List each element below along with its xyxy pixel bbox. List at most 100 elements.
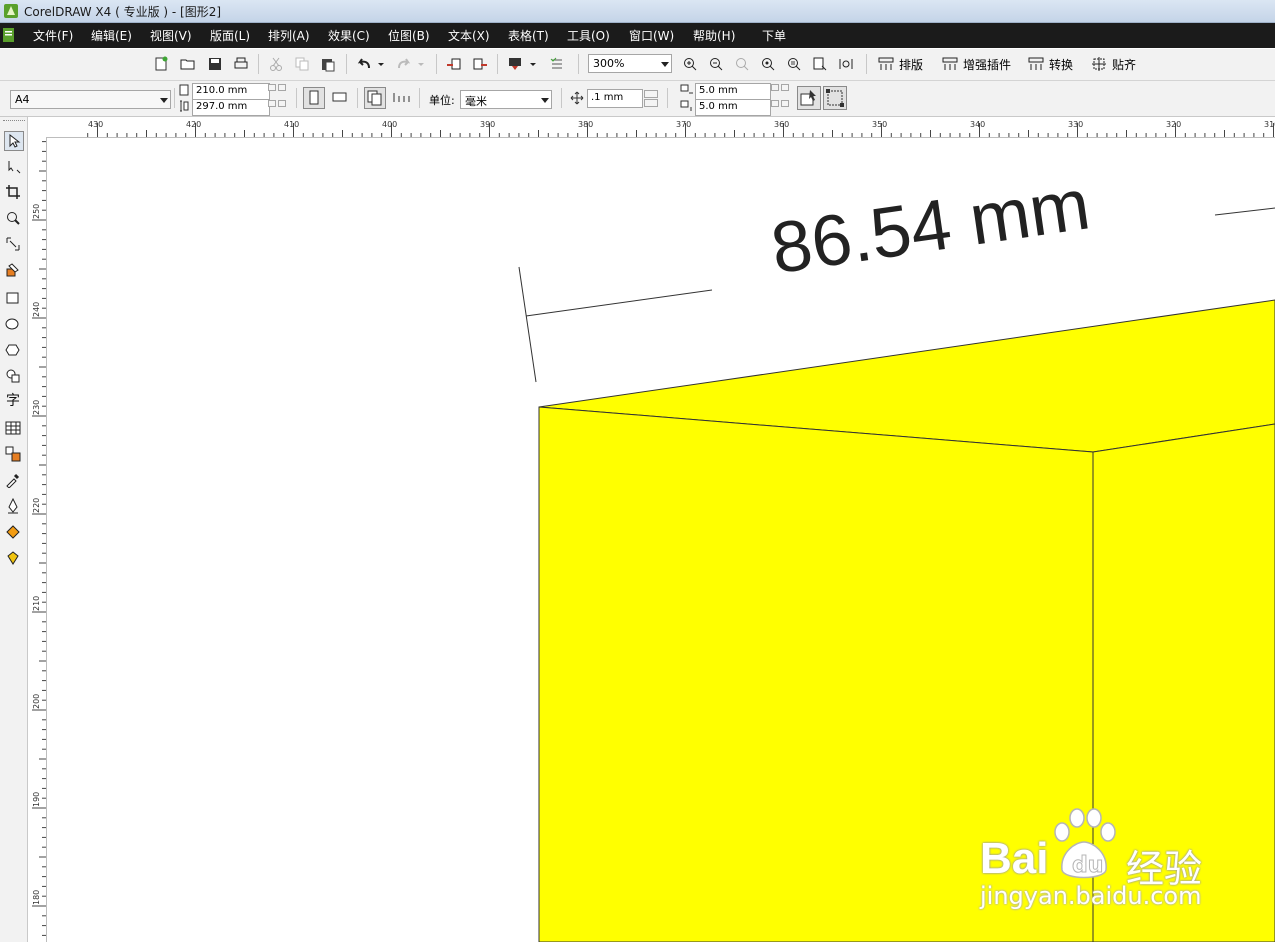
interactive-fill-tool-icon[interactable] bbox=[4, 549, 22, 567]
copy-icon[interactable] bbox=[293, 55, 311, 73]
shape-tool-icon[interactable] bbox=[4, 157, 22, 175]
menu-layout[interactable]: 版面(L) bbox=[210, 27, 250, 44]
freehand-tool-icon[interactable] bbox=[4, 235, 22, 253]
duplicate-x-field[interactable]: 5.0 mm bbox=[695, 83, 771, 100]
menu-tools[interactable]: 工具(O) bbox=[567, 27, 610, 44]
rectangle-tool-icon[interactable] bbox=[4, 289, 22, 307]
ruler-label: 230 bbox=[32, 399, 41, 415]
ruler-label: 400 bbox=[382, 120, 398, 129]
application-launcher-icon[interactable] bbox=[506, 55, 524, 73]
ruler-label: 180 bbox=[32, 889, 41, 905]
ellipse-tool-icon[interactable] bbox=[4, 315, 22, 333]
snap-button[interactable]: 贴齐 bbox=[1091, 55, 1151, 73]
page-width-spinner-up[interactable] bbox=[278, 84, 286, 91]
cut-icon[interactable] bbox=[267, 55, 285, 73]
undo-icon[interactable] bbox=[355, 55, 373, 73]
chevron-down-icon bbox=[661, 62, 669, 67]
menu-order[interactable]: 下单 bbox=[762, 27, 786, 44]
unit-select[interactable]: 毫米 bbox=[460, 90, 552, 109]
bounding-box-button[interactable] bbox=[823, 86, 847, 110]
menu-text[interactable]: 文本(X) bbox=[448, 27, 490, 44]
current-page-button[interactable] bbox=[391, 87, 413, 109]
print-icon[interactable] bbox=[232, 55, 250, 73]
blend-tool-icon[interactable] bbox=[4, 445, 22, 463]
fill-tool-icon[interactable] bbox=[4, 523, 22, 541]
polygon-tool-icon[interactable] bbox=[4, 341, 22, 359]
table-tool-icon[interactable] bbox=[4, 419, 22, 437]
separator bbox=[258, 54, 259, 74]
zoom-to-selected-icon[interactable] bbox=[759, 55, 777, 73]
duplicate-x-spinner-up[interactable] bbox=[781, 84, 789, 91]
welcome-screen-icon[interactable] bbox=[548, 55, 566, 73]
duplicate-y-spinner-down[interactable] bbox=[771, 100, 779, 107]
page-height-spinner-down[interactable] bbox=[268, 100, 276, 107]
open-folder-icon[interactable] bbox=[179, 55, 197, 73]
dimension-line-left[interactable] bbox=[525, 289, 713, 317]
zoom-to-page-width-icon[interactable] bbox=[837, 55, 855, 73]
menu-edit[interactable]: 编辑(E) bbox=[91, 27, 132, 44]
import-icon[interactable] bbox=[445, 55, 463, 73]
text-tool-icon[interactable]: 字 bbox=[4, 391, 22, 409]
menu-effects[interactable]: 效果(C) bbox=[328, 27, 370, 44]
smart-fill-tool-icon[interactable] bbox=[4, 261, 22, 279]
crop-tool-icon[interactable] bbox=[4, 183, 22, 201]
separator bbox=[174, 88, 175, 108]
duplicate-y-field[interactable]: 5.0 mm bbox=[695, 99, 771, 116]
nudge-spinner-up[interactable] bbox=[644, 90, 658, 98]
redo-dropdown-icon[interactable] bbox=[416, 55, 426, 73]
page-width-field[interactable]: 210.0 mm bbox=[192, 83, 270, 100]
undo-dropdown-icon[interactable] bbox=[376, 55, 386, 73]
menu-file[interactable]: 文件(F) bbox=[33, 27, 73, 44]
vertical-ruler[interactable]: 250 240 230 220 210 200 190 180 bbox=[28, 137, 47, 942]
page-height-spinner-up[interactable] bbox=[278, 100, 286, 107]
all-pages-button[interactable] bbox=[364, 87, 386, 109]
portrait-orientation-button[interactable] bbox=[303, 87, 325, 109]
zoom-level-select[interactable]: 300% bbox=[588, 54, 672, 73]
eyedropper-tool-icon[interactable] bbox=[4, 471, 22, 489]
zoom-to-all-objects-icon[interactable] bbox=[785, 55, 803, 73]
outline-pen-tool-icon[interactable] bbox=[4, 497, 22, 515]
zoom-out-icon[interactable] bbox=[707, 55, 725, 73]
page-size-select[interactable]: A4 bbox=[10, 90, 171, 109]
landscape-orientation-button[interactable] bbox=[330, 87, 352, 109]
page-height-field[interactable]: 297.0 mm bbox=[192, 99, 270, 116]
export-icon[interactable] bbox=[471, 55, 489, 73]
menu-table[interactable]: 表格(T) bbox=[508, 27, 549, 44]
toolbox: 字 bbox=[0, 117, 28, 942]
dimension-line-right[interactable] bbox=[1214, 207, 1275, 216]
new-document-icon[interactable] bbox=[152, 55, 170, 73]
menu-window[interactable]: 窗口(W) bbox=[629, 27, 674, 44]
menu-view[interactable]: 视图(V) bbox=[150, 27, 192, 44]
treat-as-filled-button[interactable] bbox=[797, 86, 821, 110]
menu-arrange[interactable]: 排列(A) bbox=[268, 27, 310, 44]
toolbox-grip[interactable] bbox=[3, 120, 25, 124]
duplicate-y-spinner-up[interactable] bbox=[781, 100, 789, 107]
zoom-in-icon[interactable] bbox=[681, 55, 699, 73]
ruler-label: 240 bbox=[32, 301, 41, 317]
layout-button[interactable]: 排版 bbox=[878, 55, 938, 73]
save-icon[interactable] bbox=[206, 55, 224, 73]
horizontal-ruler[interactable]: 430 420 410 400 390 380 370 360 350 340 … bbox=[28, 117, 1275, 138]
document-icon[interactable] bbox=[2, 27, 16, 43]
page-width-spinner-down[interactable] bbox=[268, 84, 276, 91]
redo-icon[interactable] bbox=[395, 55, 413, 73]
menu-bitmaps[interactable]: 位图(B) bbox=[388, 27, 430, 44]
zoom-to-page-icon[interactable] bbox=[811, 55, 829, 73]
basic-shapes-tool-icon[interactable] bbox=[4, 367, 22, 385]
menu-help[interactable]: 帮助(H) bbox=[693, 27, 735, 44]
ruler-label: 250 bbox=[32, 203, 41, 219]
nudge-spinner-down[interactable] bbox=[644, 99, 658, 107]
separator bbox=[346, 54, 347, 74]
dimension-extension-line[interactable] bbox=[518, 266, 537, 383]
enhance-plugin-button[interactable]: 增强插件 bbox=[942, 55, 1022, 73]
paste-icon[interactable] bbox=[319, 55, 337, 73]
enhance-plugin-label: 增强插件 bbox=[963, 58, 1012, 72]
zoom-one-shot-icon[interactable] bbox=[733, 55, 751, 73]
zoom-tool-icon[interactable] bbox=[4, 209, 22, 227]
page-width-value: 210.0 mm bbox=[196, 85, 248, 96]
launcher-dropdown-icon[interactable] bbox=[528, 55, 538, 73]
pick-tool-icon[interactable] bbox=[4, 131, 24, 151]
nudge-distance-field[interactable]: .1 mm bbox=[587, 89, 643, 108]
duplicate-x-spinner-down[interactable] bbox=[771, 84, 779, 91]
convert-button[interactable]: 转换 bbox=[1028, 55, 1084, 73]
